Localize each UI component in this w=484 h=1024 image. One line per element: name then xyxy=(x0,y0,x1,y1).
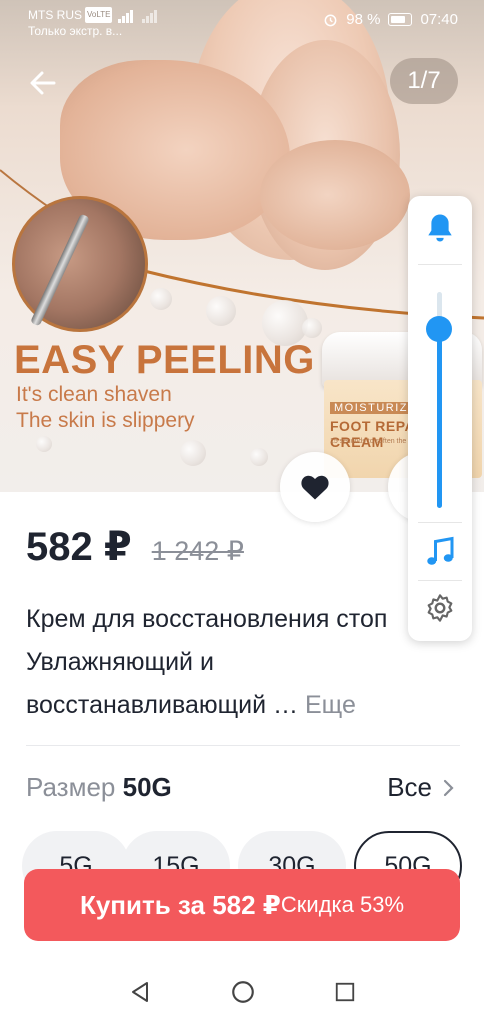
product-title[interactable]: Крем для восстановления стоп Увлажняющий… xyxy=(26,598,446,727)
nav-recents-icon[interactable] xyxy=(334,981,356,1003)
carrier-name: MTS RUS xyxy=(28,8,82,22)
system-nav-bar xyxy=(0,960,484,1024)
signal-icon xyxy=(118,10,157,23)
media-volume-button[interactable] xyxy=(422,534,458,570)
water-drop xyxy=(180,440,206,466)
favorite-button[interactable] xyxy=(280,452,350,522)
volume-settings-button[interactable] xyxy=(424,592,456,624)
carrier-subtitle: Только экстр. в... xyxy=(28,24,123,38)
water-drop xyxy=(150,288,172,310)
nav-back-icon[interactable] xyxy=(128,980,152,1004)
promo-line-1: It's clean shaven xyxy=(16,383,172,406)
promo-line-2: The skin is slippery xyxy=(16,409,195,432)
old-price: 1 242 ₽ xyxy=(151,536,244,566)
water-drop xyxy=(206,296,236,326)
panel-divider xyxy=(418,264,462,265)
promo-title: EASY PEELING xyxy=(14,338,315,382)
volume-panel xyxy=(408,196,472,641)
ringer-mode-button[interactable] xyxy=(408,196,472,260)
size-selected-value: 50G xyxy=(122,772,172,802)
arrow-left-icon xyxy=(30,71,56,95)
back-button[interactable] xyxy=(24,64,62,102)
size-label: Размер xyxy=(26,772,116,802)
buy-button-label: Купить за 582 ₽ xyxy=(79,889,281,920)
music-note-icon xyxy=(427,536,454,565)
image-counter: 1/7 xyxy=(390,58,458,104)
all-sizes-label: Все xyxy=(387,772,432,802)
water-drop xyxy=(36,436,52,452)
chevron-right-icon xyxy=(443,779,454,796)
status-carrier-block: MTS RUS VoLTE Только экстр. в... xyxy=(28,7,122,39)
clock: 07:40 xyxy=(420,11,458,28)
bell-icon xyxy=(428,214,452,242)
expand-title-link[interactable]: Еще xyxy=(305,691,356,719)
price-row: 582 ₽ 1 242 ₽ xyxy=(26,524,244,570)
heart-icon xyxy=(301,475,329,500)
panel-divider xyxy=(418,580,462,581)
battery-percent: 98 % xyxy=(346,11,381,28)
current-price: 582 ₽ xyxy=(26,525,132,569)
volume-slider-fill xyxy=(437,328,442,508)
volume-slider-thumb[interactable] xyxy=(426,315,452,342)
status-bar: MTS RUS VoLTE Только экстр. в... 98 % 07:… xyxy=(0,0,484,40)
alarm-icon xyxy=(324,14,337,27)
battery-icon xyxy=(388,13,413,26)
water-drop xyxy=(250,448,268,466)
gear-icon xyxy=(427,594,453,622)
discount-label: Скидка 53% xyxy=(280,892,405,917)
size-label-row: Размер 50G xyxy=(26,772,172,803)
all-sizes-link[interactable]: Все xyxy=(387,772,454,803)
nav-home-icon[interactable] xyxy=(230,979,256,1005)
water-drop xyxy=(302,318,322,338)
buy-button[interactable]: Купить за 582 ₽ Скидка 53% xyxy=(24,869,460,941)
volte-badge: VoLTE xyxy=(85,7,113,23)
divider xyxy=(26,745,460,746)
status-right-block: 98 % 07:40 xyxy=(323,11,458,28)
panel-divider xyxy=(418,522,462,523)
